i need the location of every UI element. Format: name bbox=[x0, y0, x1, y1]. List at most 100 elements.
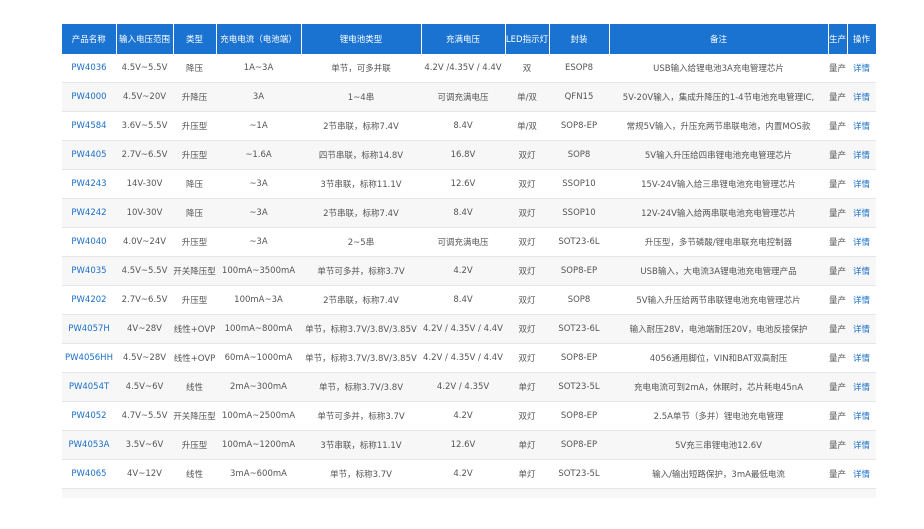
remark-cell: 常规5V输入，升压充两节串联电池，内置MOS款 bbox=[609, 111, 828, 141]
detail-link[interactable]: 详情 bbox=[847, 111, 876, 141]
input-voltage-cell: 3.5V~6V bbox=[116, 430, 173, 460]
table-body: PW4036 4.5V~5.5V 降压 1A~3A 单节，可多并联 4.2V /4.35V… bbox=[62, 54, 876, 498]
package-cell: SOP8 bbox=[549, 285, 609, 315]
full-voltage-cell: 8.4V bbox=[421, 198, 505, 228]
full-voltage-cell: 4.2V / 4.35V bbox=[421, 372, 505, 402]
column-header: 操作 bbox=[847, 24, 876, 54]
type-cell: 升压型 bbox=[173, 430, 216, 460]
table-row: PW4405 2.7V~6.5V 升压型 ~1.6A 四节串联，标称14.8V 16.8V… bbox=[62, 140, 876, 170]
table-row: PW4057H 4V~28V 线性+OVP 100mA~800mA 单节，标称3.7V/… bbox=[62, 314, 876, 344]
table-row: PW4202 2.7V~6.5V 升压型 100mA~3A 2节串联，标称7.4V 8.4… bbox=[62, 285, 876, 315]
battery-type-cell: 单节，标称3.7V/3.8V bbox=[301, 372, 421, 402]
production-status-cell: 量产 bbox=[828, 227, 847, 257]
remark-cell: 充电电流可到2mA，休眠时，芯片耗电45nA bbox=[609, 372, 828, 402]
package-cell: SOP8-EP bbox=[549, 111, 609, 141]
product-name-link[interactable]: PW4202 bbox=[62, 285, 116, 315]
full-voltage-cell: 4.2V bbox=[421, 459, 505, 489]
type-cell: 开关降压型 bbox=[173, 256, 216, 286]
production-status-cell: 量产 bbox=[828, 459, 847, 489]
product-name-link[interactable]: PW4065 bbox=[62, 459, 116, 489]
table-row: PW4056HH 4.5V~28V 线性+OVP 60mA~1000mA 单节，标称3.… bbox=[62, 343, 876, 373]
detail-link[interactable]: 详情 bbox=[847, 372, 876, 402]
table-row: PW4243 14V-30V 降压 ~3A 3节串联，标称11.1V 12.6V 双灯 SSO… bbox=[62, 169, 876, 199]
package-cell: SOP8-EP bbox=[549, 343, 609, 373]
production-status-cell: 量产 bbox=[828, 285, 847, 315]
product-name-link[interactable]: PW4056HH bbox=[62, 343, 116, 373]
detail-link[interactable]: 详情 bbox=[847, 227, 876, 257]
charge-current-cell: ~1.6A bbox=[216, 140, 301, 170]
product-name-link[interactable]: PW4040 bbox=[62, 227, 116, 257]
package-cell: SOP8 bbox=[549, 140, 609, 170]
product-name-link[interactable]: PW4242 bbox=[62, 198, 116, 228]
led-indicator-cell: 单/双 bbox=[505, 111, 549, 141]
detail-link[interactable]: 详情 bbox=[847, 140, 876, 170]
product-name-link[interactable]: PW4243 bbox=[62, 169, 116, 199]
table-row: PW4052 4.7V~5.5V 开关降压型 100mA~2500mA 单节可多并，标称… bbox=[62, 401, 876, 431]
charge-current-cell: ~3A bbox=[216, 227, 301, 257]
product-name-link[interactable]: PW4052 bbox=[62, 401, 116, 431]
led-indicator-cell: 单灯 bbox=[505, 430, 549, 460]
production-status-cell: 量产 bbox=[828, 256, 847, 286]
remark-cell: 5V充三串锂电池12.6V bbox=[609, 430, 828, 460]
full-voltage-cell: 12.6V bbox=[421, 169, 505, 199]
full-voltage-cell: 16.8V bbox=[421, 140, 505, 170]
type-cell: 升压型 bbox=[173, 111, 216, 141]
full-voltage-cell: 12.6V bbox=[421, 430, 505, 460]
led-indicator-cell: 双灯 bbox=[505, 314, 549, 344]
battery-type-cell: 单节，标称3.7V/3.8V/3.85V bbox=[301, 314, 421, 344]
type-cell: 升降压 bbox=[173, 82, 216, 112]
package-cell: SOT23-5L bbox=[549, 459, 609, 489]
detail-link[interactable]: 详情 bbox=[847, 285, 876, 315]
detail-link[interactable]: 详情 bbox=[847, 401, 876, 431]
type-cell: 线性+OVP bbox=[173, 343, 216, 373]
remark-cell: 升压型，多节磷酸/锂电串联充电控制器 bbox=[609, 227, 828, 257]
type-cell: 线性+OVP bbox=[173, 314, 216, 344]
detail-link[interactable]: 详情 bbox=[847, 343, 876, 373]
table-row: PW4036 4.5V~5.5V 降压 1A~3A 单节，可多并联 4.2V /4.35V… bbox=[62, 54, 876, 83]
table-row: PW4054T 4.5V~6V 线性 2mA~300mA 单节，标称3.7V/3.8V 4… bbox=[62, 372, 876, 402]
product-name-link[interactable]: PW4054T bbox=[62, 372, 116, 402]
full-voltage-cell: 8.4V bbox=[421, 111, 505, 141]
input-voltage-cell: 4.5V~24V bbox=[116, 488, 173, 498]
type-cell: 升压型 bbox=[173, 285, 216, 315]
column-header: 备注 bbox=[609, 24, 829, 54]
package-cell: SOT23-5L bbox=[549, 372, 609, 402]
detail-link[interactable]: 详情 bbox=[847, 82, 876, 112]
product-name-link[interactable]: PW4053A bbox=[62, 430, 116, 460]
detail-link[interactable]: 详情 bbox=[847, 314, 876, 344]
product-name-link[interactable]: PW4203 bbox=[62, 488, 116, 498]
detail-link[interactable]: 详情 bbox=[847, 488, 876, 498]
product-name-link[interactable]: PW4057H bbox=[62, 314, 116, 344]
column-header: 锂电池类型 bbox=[301, 24, 422, 54]
remark-cell: 2.5A单节（多并）锂电池充电管理 bbox=[609, 401, 828, 431]
input-voltage-cell: 3.6V~5.5V bbox=[116, 111, 173, 141]
led-indicator-cell: 单灯 bbox=[505, 459, 549, 489]
product-name-link[interactable]: PW4000 bbox=[62, 82, 116, 112]
column-header: 充满电压 bbox=[421, 24, 506, 54]
product-name-link[interactable]: PW4584 bbox=[62, 111, 116, 141]
detail-link[interactable]: 详情 bbox=[847, 54, 876, 83]
detail-link[interactable]: 详情 bbox=[847, 198, 876, 228]
charge-current-cell: 3mA~600mA bbox=[216, 459, 301, 489]
product-name-link[interactable]: PW4036 bbox=[62, 54, 116, 83]
led-indicator-cell: 双 bbox=[505, 54, 549, 83]
product-name-link[interactable]: PW4405 bbox=[62, 140, 116, 170]
input-voltage-cell: 2.7V~6.5V bbox=[116, 140, 173, 170]
led-indicator-cell: 双灯 bbox=[505, 169, 549, 199]
detail-link[interactable]: 详情 bbox=[847, 459, 876, 489]
table-row: PW42034.5V~24V开关降压型100mA~2000mA单节3.7V / … bbox=[62, 488, 876, 498]
remark-cell: 5V-20V输入，集成升降压的1-4节电池充电管理IC, bbox=[609, 82, 828, 112]
production-status-cell: 量产 bbox=[828, 430, 847, 460]
input-voltage-cell: 4V~12V bbox=[116, 459, 173, 489]
full-voltage-cell: 4.2V / 8.4V bbox=[421, 488, 505, 498]
product-name-link[interactable]: PW4035 bbox=[62, 256, 116, 286]
package-cell: SOP8-EP bbox=[549, 488, 609, 498]
detail-link[interactable]: 详情 bbox=[847, 169, 876, 199]
detail-link[interactable]: 详情 bbox=[847, 430, 876, 460]
package-cell: ESOP8 bbox=[549, 54, 609, 83]
column-header: 封装 bbox=[549, 24, 610, 54]
detail-link[interactable]: 详情 bbox=[847, 256, 876, 286]
led-indicator-cell: 单灯 bbox=[505, 488, 549, 498]
column-header: 充电电流（电池端） bbox=[216, 24, 302, 54]
table-row: PW4584 3.6V~5.5V 升压型 ~1A 2节串联，标称7.4V 8.4V 单/双 S… bbox=[62, 111, 876, 141]
